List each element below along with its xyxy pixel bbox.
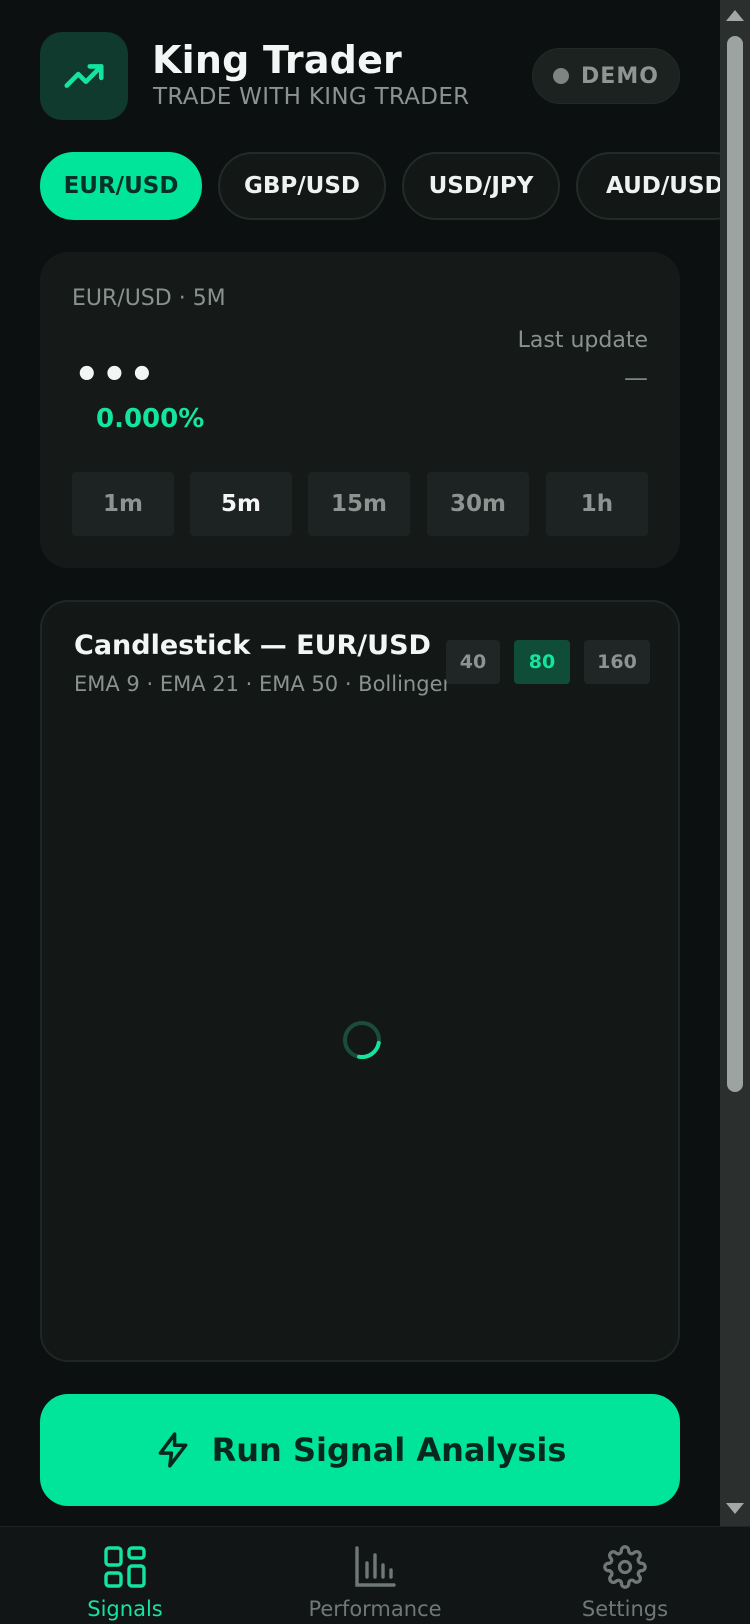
bottom-nav: Signals Performance Settings	[0, 1526, 750, 1624]
timeframe-1h-button[interactable]: 1h	[546, 472, 648, 536]
app-title: King Trader	[152, 38, 402, 82]
header: King Trader TRADE WITH KING TRADER DEMO	[40, 32, 680, 120]
price-change: 0.000%	[96, 404, 205, 434]
nav-item-settings[interactable]: Settings	[525, 1527, 725, 1624]
logo	[40, 32, 128, 120]
page-scrollbar[interactable]	[720, 0, 750, 1526]
demo-mode-badge[interactable]: DEMO	[532, 48, 680, 104]
run-signal-analysis-label: Run Signal Analysis	[211, 1431, 567, 1469]
app-screen: King Trader TRADE WITH KING TRADER DEMO …	[0, 0, 720, 1526]
price-value: •••	[74, 352, 157, 398]
trending-up-icon	[64, 64, 104, 88]
timeframe-selector: 1m 5m 15m 30m 1h	[72, 472, 648, 536]
timeframe-1m-button[interactable]: 1m	[72, 472, 174, 536]
tab-gbp-usd[interactable]: GBP/USD	[218, 152, 386, 220]
lightning-bolt-icon	[158, 1432, 188, 1468]
last-update-label: Last update	[517, 328, 648, 353]
tab-eur-usd[interactable]: EUR/USD	[40, 152, 202, 220]
nav-label-settings: Settings	[581, 1597, 669, 1621]
zoom-160-button[interactable]: 160	[584, 640, 650, 684]
gear-icon	[603, 1545, 647, 1589]
scroll-down-arrow-icon[interactable]	[726, 1503, 744, 1514]
app-subtitle: TRADE WITH KING TRADER	[153, 84, 470, 110]
scroll-up-arrow-icon[interactable]	[726, 10, 744, 21]
tab-usd-jpy[interactable]: USD/JPY	[402, 152, 560, 220]
quote-card: EUR/USD · 5M Last update — ••• 0.000% 1m…	[40, 252, 680, 568]
tab-aud-usd[interactable]: AUD/USD	[576, 152, 720, 220]
grid-icon	[104, 1546, 146, 1588]
nav-label-performance: Performance	[308, 1597, 442, 1621]
quote-pair-label: EUR/USD · 5M	[72, 286, 226, 311]
pair-tabs: EUR/USD GBP/USD USD/JPY AUD/USD	[40, 152, 720, 220]
timeframe-15m-button[interactable]: 15m	[308, 472, 410, 536]
loading-spinner-icon	[343, 1021, 381, 1059]
bar-chart-icon	[355, 1546, 396, 1587]
chart-indicators: EMA 9 · EMA 21 · EMA 50 · Bollinger	[74, 672, 452, 696]
status-dot-icon	[553, 68, 570, 84]
run-signal-analysis-button[interactable]: Run Signal Analysis	[40, 1394, 680, 1506]
nav-item-performance[interactable]: Performance	[275, 1527, 475, 1624]
timeframe-30m-button[interactable]: 30m	[427, 472, 529, 536]
last-update-value: —	[624, 364, 648, 392]
zoom-40-button[interactable]: 40	[446, 640, 500, 684]
candlestick-chart-card: Candlestick — EUR/USD EMA 9 · EMA 21 · E…	[40, 600, 680, 1362]
scrollbar-thumb[interactable]	[727, 36, 743, 1092]
nav-label-signals: Signals	[87, 1597, 163, 1621]
demo-mode-label: DEMO	[581, 63, 659, 89]
timeframe-5m-button[interactable]: 5m	[190, 472, 292, 536]
chart-title: Candlestick — EUR/USD	[74, 630, 431, 661]
nav-item-signals[interactable]: Signals	[25, 1527, 225, 1624]
zoom-80-button[interactable]: 80	[514, 640, 570, 684]
